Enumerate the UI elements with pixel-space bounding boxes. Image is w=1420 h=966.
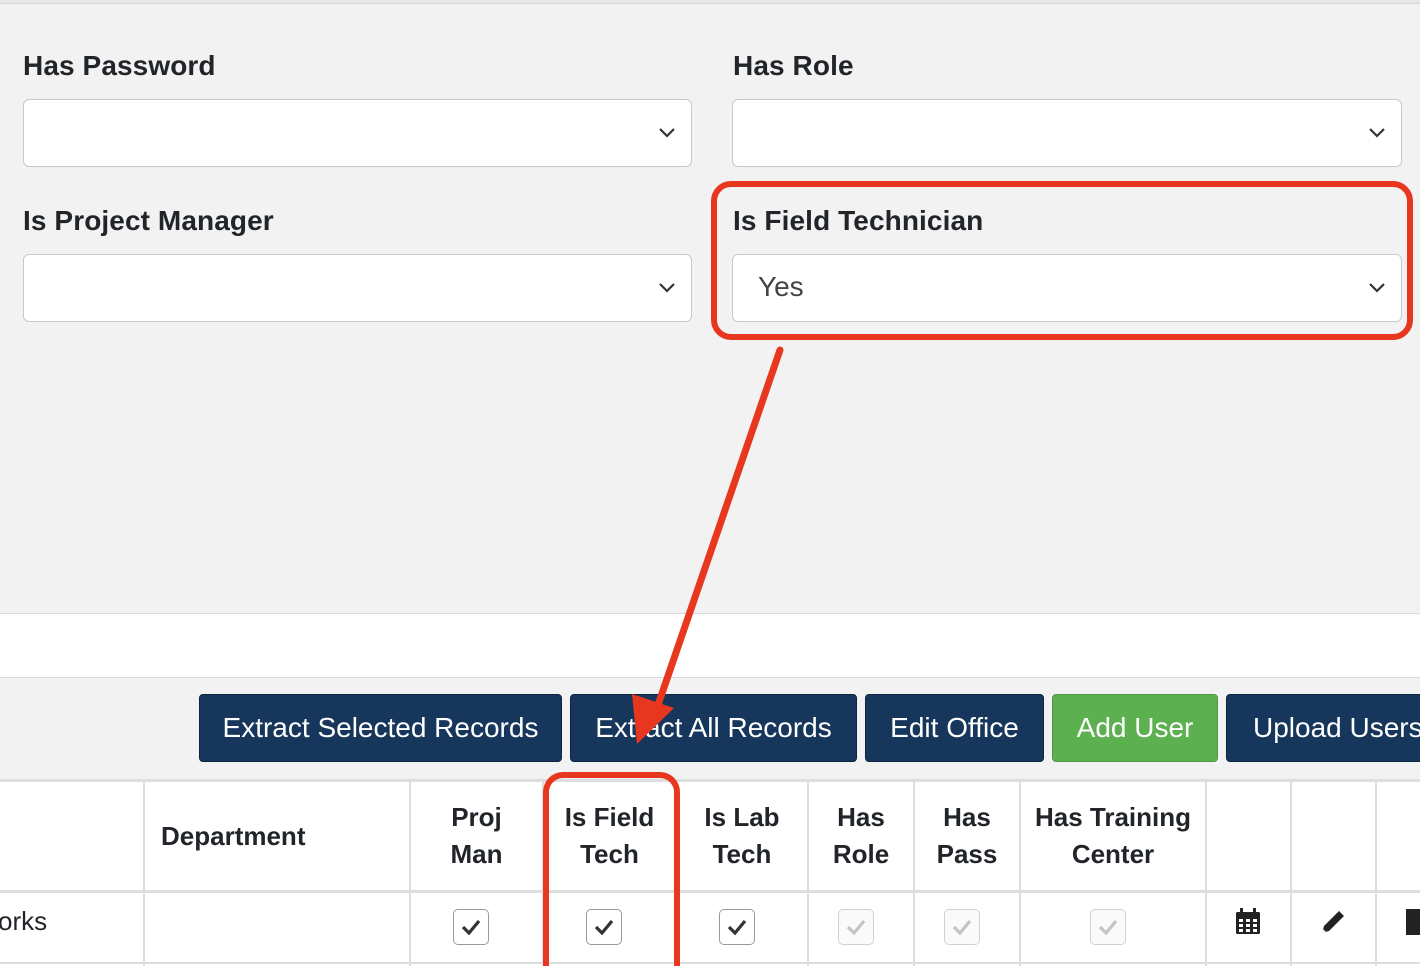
header-line-1: Has Training xyxy=(1034,802,1192,832)
edit-office-button[interactable]: Edit Office xyxy=(865,694,1044,762)
calendar-icon[interactable] xyxy=(1233,907,1263,937)
header-line-2: Tech xyxy=(712,839,772,869)
proj-man-checkbox[interactable] xyxy=(453,909,489,945)
is-field-technician-select[interactable]: Yes xyxy=(732,254,1402,322)
header-line-1: Is Lab xyxy=(704,802,780,832)
column-header-is-lab-tech[interactable]: Is Lab Tech xyxy=(677,782,807,890)
header-line-2: Center xyxy=(1071,839,1155,869)
header-line-2: Man xyxy=(450,839,503,869)
has-password-label: Has Password xyxy=(23,50,216,81)
header-line-1: Is Field xyxy=(564,802,655,832)
users-table: Department Proj Man Is Field Tech Is Lab Te… xyxy=(0,779,1420,966)
check-icon xyxy=(1098,919,1118,936)
delete-icon[interactable] xyxy=(1406,909,1420,935)
has-role-label: Has Role xyxy=(733,50,854,81)
chevron-down-icon xyxy=(1369,128,1385,138)
header-line-2: Pass xyxy=(936,839,998,869)
has-role-select[interactable] xyxy=(732,99,1402,167)
column-header-has-training-center[interactable]: Has Training Center xyxy=(1021,782,1205,890)
is-field-technician-label: Is Field Technician xyxy=(733,205,984,236)
is-field-tech-checkbox[interactable] xyxy=(586,909,622,945)
check-icon xyxy=(952,919,972,936)
has-training-center-checkbox xyxy=(1090,909,1126,945)
check-icon xyxy=(461,919,481,936)
extract-all-records-button[interactable]: Extract All Records xyxy=(570,694,857,762)
column-header-proj-man[interactable]: Proj Man xyxy=(411,782,542,890)
chevron-down-icon xyxy=(1369,283,1385,293)
header-line-2: Tech xyxy=(580,839,639,869)
add-user-button[interactable]: Add User xyxy=(1052,694,1218,762)
column-header-has-role[interactable]: Has Role xyxy=(809,782,913,890)
header-line-1: Proj xyxy=(451,802,502,832)
check-icon xyxy=(727,919,747,936)
has-role-checkbox xyxy=(838,909,874,945)
column-header-department[interactable]: Department xyxy=(145,782,409,890)
header-line-2: Role xyxy=(832,839,890,869)
extract-selected-records-button[interactable]: Extract Selected Records xyxy=(199,694,562,762)
has-pass-checkbox xyxy=(944,909,980,945)
cell-name: orks xyxy=(0,906,48,936)
top-edge xyxy=(0,0,1420,4)
upload-users-button[interactable]: Upload Users xyxy=(1226,694,1420,762)
is-project-manager-label: Is Project Manager xyxy=(23,205,274,236)
chevron-down-icon xyxy=(659,283,675,293)
column-header-is-field-tech[interactable]: Is Field Tech xyxy=(544,782,675,890)
header-line-1: Has xyxy=(837,802,885,832)
column-header-has-pass[interactable]: Has Pass xyxy=(915,782,1019,890)
is-lab-tech-checkbox[interactable] xyxy=(719,909,755,945)
section-divider xyxy=(0,613,1420,678)
header-line-1: Has xyxy=(943,802,991,832)
is-project-manager-select[interactable] xyxy=(23,254,692,322)
chevron-down-icon xyxy=(659,128,675,138)
check-icon xyxy=(846,919,866,936)
pencil-icon[interactable] xyxy=(1318,907,1348,937)
check-icon xyxy=(594,919,614,936)
is-field-technician-value: Yes xyxy=(758,271,804,302)
has-password-select[interactable] xyxy=(23,99,692,167)
